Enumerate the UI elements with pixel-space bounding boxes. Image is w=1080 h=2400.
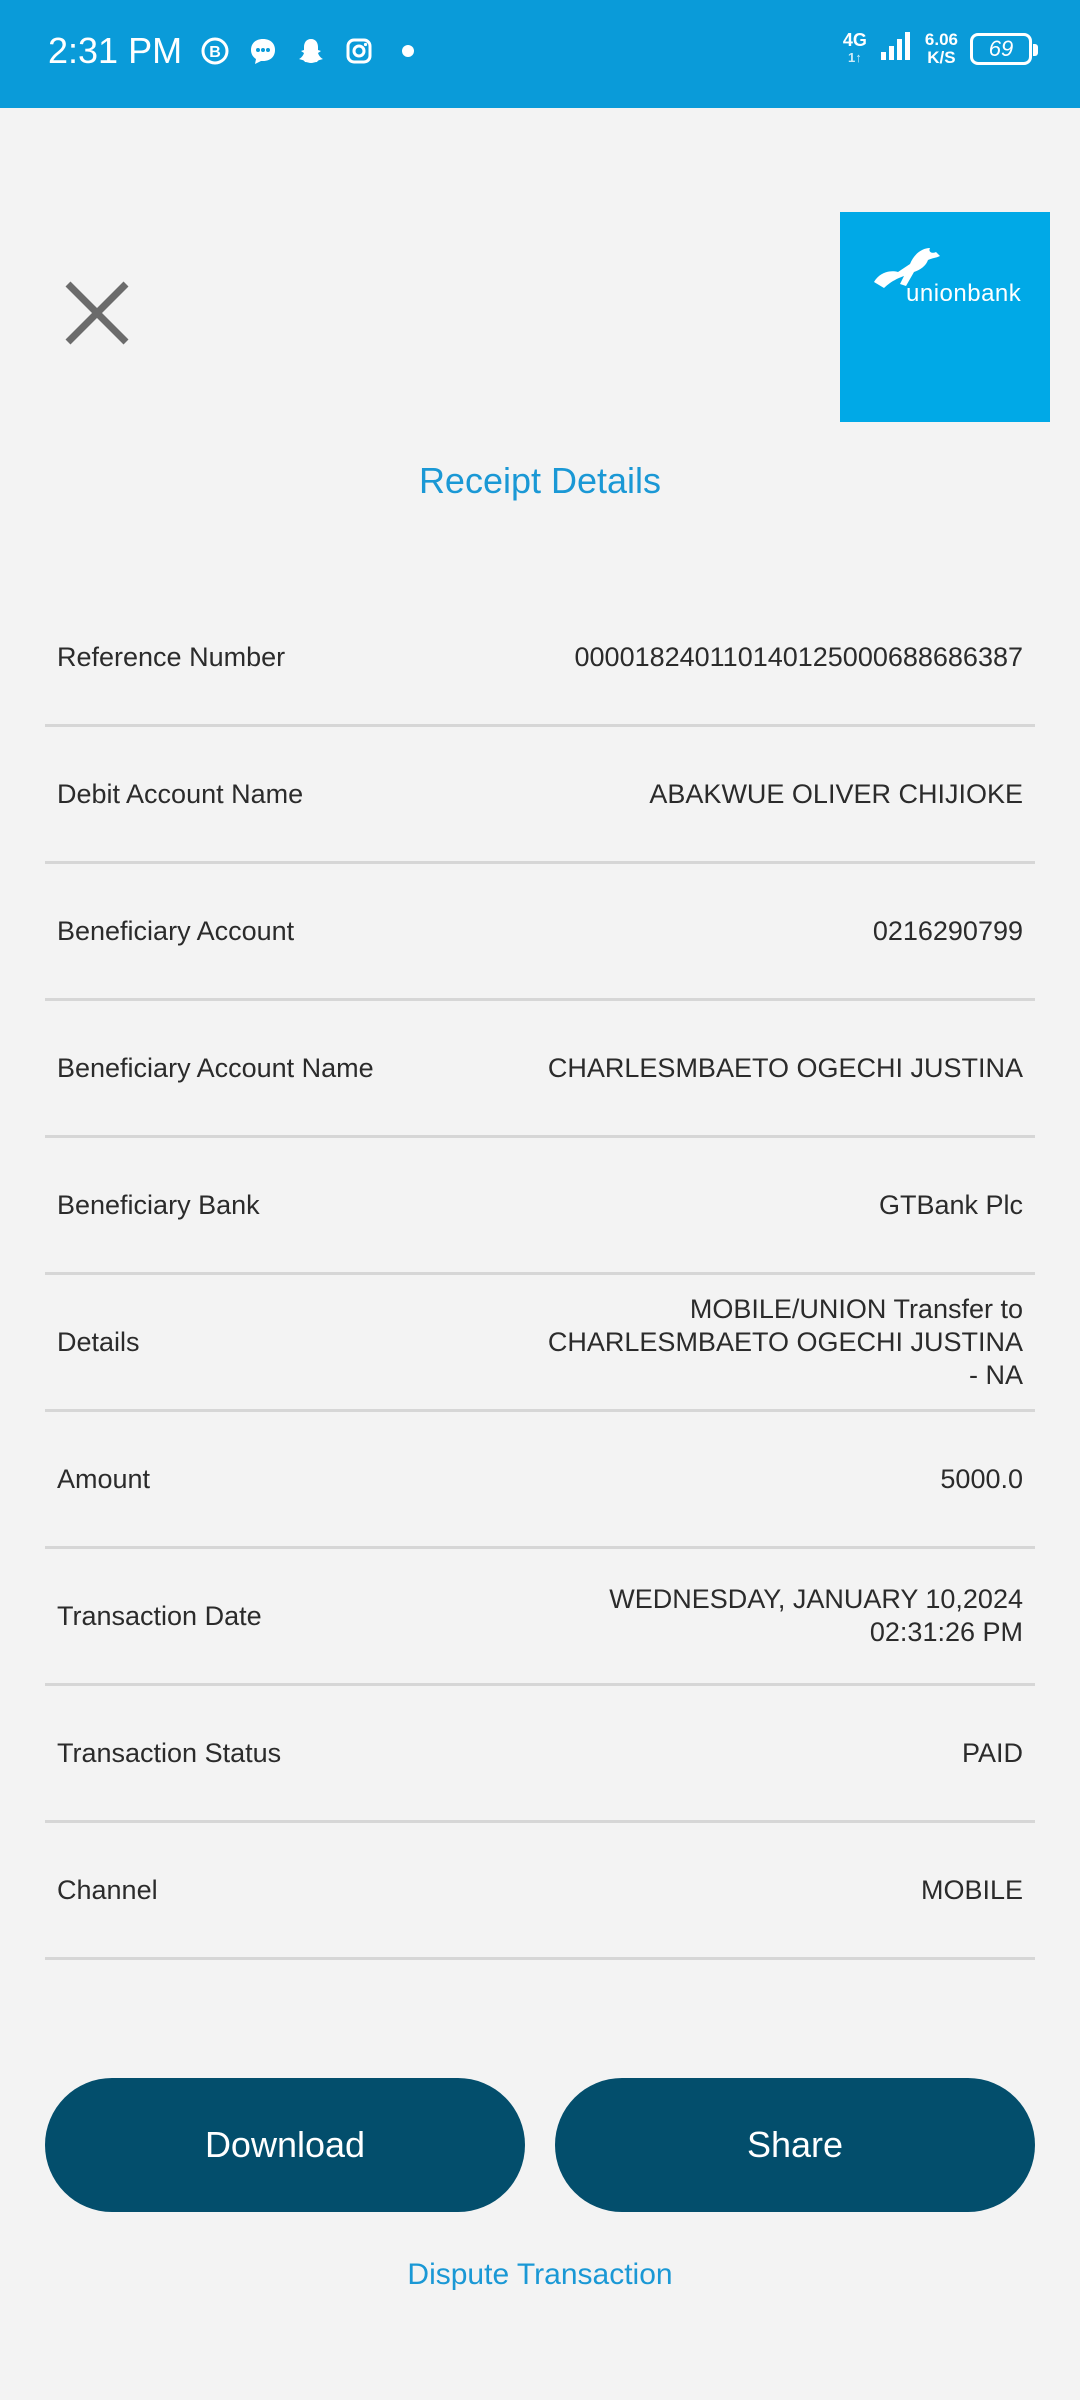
battery-level: 69 <box>988 35 1014 61</box>
instagram-icon <box>342 34 376 68</box>
row-label: Reference Number <box>57 641 286 672</box>
row-value: 0216290799 <box>872 915 1023 946</box>
snapchat-icon <box>294 34 328 68</box>
row-reference-number: Reference Number 00001824011014012500068… <box>45 590 1035 727</box>
share-button[interactable]: Share <box>555 2078 1035 2212</box>
row-label: Beneficiary Account Name <box>57 1052 374 1083</box>
row-label: Details <box>57 1326 140 1357</box>
close-button[interactable] <box>62 278 132 348</box>
row-value: ABAKWUE OLIVER CHIJIOKE <box>649 778 1023 809</box>
row-amount: Amount 5000.0 <box>45 1412 1035 1549</box>
row-transaction-date: Transaction Date WEDNESDAY, JANUARY 10,2… <box>45 1549 1035 1686</box>
download-button[interactable]: Download <box>45 2078 525 2212</box>
row-debit-account-name: Debit Account Name ABAKWUE OLIVER CHIJIO… <box>45 727 1035 864</box>
network-indicator: 4G 1↑ <box>843 31 867 67</box>
row-beneficiary-account: Beneficiary Account 0216290799 <box>45 864 1035 1001</box>
close-icon <box>65 281 129 345</box>
row-value: MOBILE/UNION Transfer to CHARLESMBAETO O… <box>547 1293 1023 1390</box>
row-value: 000018240110140125000688686387 <box>574 641 1023 672</box>
receipt-details-list: Reference Number 00001824011014012500068… <box>45 590 1035 1960</box>
unionbank-logo: unionbank <box>840 212 1050 422</box>
row-label: Debit Account Name <box>57 778 304 809</box>
row-beneficiary-bank: Beneficiary Bank GTBank Plc <box>45 1138 1035 1275</box>
speed-value: 6.06 <box>924 29 958 49</box>
notification-icons: B <box>198 34 414 68</box>
network-type: 4G <box>842 29 867 50</box>
network-activity: 1↑ <box>848 49 862 65</box>
status-bar: 2:31 PM B 4G 1↑ 6.06 K/S 69 <box>0 0 1080 108</box>
svg-text:B: B <box>209 44 221 61</box>
row-value: WEDNESDAY, JANUARY 10,2024 02:31:26 PM <box>609 1584 1023 1647</box>
b-chat-icon: B <box>198 34 232 68</box>
battery-icon: 69 <box>970 32 1038 65</box>
row-label: Transaction Status <box>57 1737 282 1768</box>
row-label: Amount <box>57 1463 151 1494</box>
page-title: Receipt Details <box>418 460 662 501</box>
status-right: 4G 1↑ 6.06 K/S 69 <box>843 29 1038 67</box>
row-label: Beneficiary Account <box>57 915 295 946</box>
speed-unit: K/S <box>927 47 956 67</box>
status-time: 2:31 PM <box>48 30 183 71</box>
row-value: 5000.0 <box>940 1463 1023 1494</box>
row-transaction-status: Transaction Status PAID <box>45 1686 1035 1823</box>
row-details: Details MOBILE/UNION Transfer to CHARLES… <box>45 1275 1035 1412</box>
row-value: CHARLESMBAETO OGECHI JUSTINA <box>547 1052 1023 1083</box>
row-channel: Channel MOBILE <box>45 1823 1035 1960</box>
row-label: Transaction Date <box>57 1600 262 1631</box>
row-value: GTBank Plc <box>878 1189 1023 1220</box>
row-label: Channel <box>57 1874 158 1905</box>
message-icon <box>246 34 280 68</box>
row-value: MOBILE <box>920 1874 1023 1905</box>
signal-icon <box>879 30 913 67</box>
logo-text: unionbank <box>906 280 1022 307</box>
row-value: PAID <box>961 1737 1023 1768</box>
row-beneficiary-account-name: Beneficiary Account Name CHARLESMBAETO O… <box>45 1001 1035 1138</box>
speed-indicator: 6.06 K/S <box>924 29 958 67</box>
dispute-transaction-link[interactable]: Dispute Transaction <box>0 2258 1080 2292</box>
dot-icon <box>402 45 414 57</box>
row-label: Beneficiary Bank <box>57 1189 260 1220</box>
